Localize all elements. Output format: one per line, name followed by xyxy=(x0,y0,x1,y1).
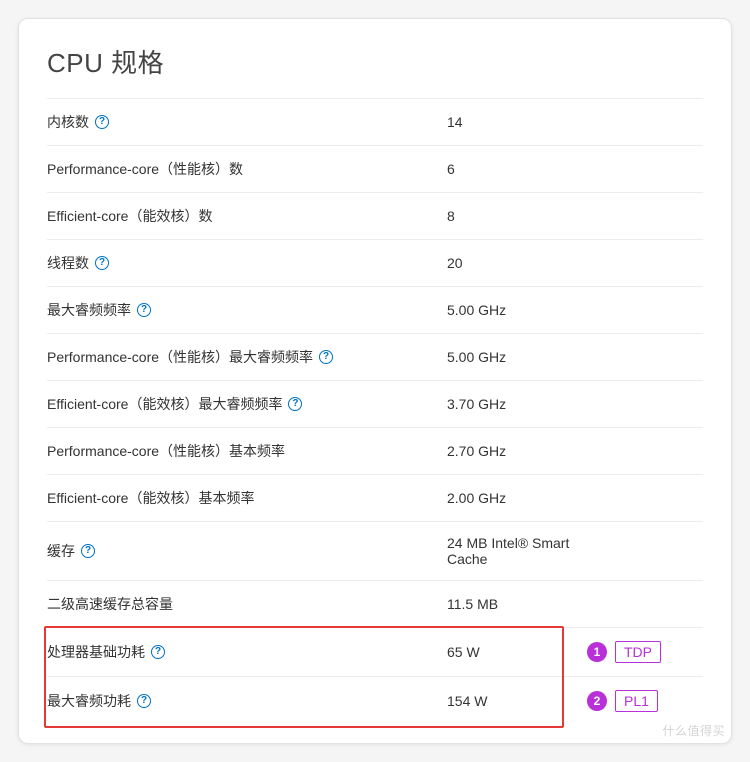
spec-row: Efficient-core（能效核）基本频率 2.00 GHz xyxy=(47,474,703,521)
help-icon[interactable]: ? xyxy=(319,350,333,364)
annotation-badge: 1 xyxy=(587,642,607,662)
spec-label-text: 二级高速缓存总容量 xyxy=(47,594,173,614)
spec-label: Performance-core（性能核）最大睿频频率? xyxy=(47,347,447,367)
spec-label-text: 线程数 xyxy=(47,253,89,273)
help-icon[interactable]: ? xyxy=(288,397,302,411)
spec-label-text: 处理器基础功耗 xyxy=(47,642,145,662)
spec-row: Performance-core（性能核）基本频率 2.70 GHz xyxy=(47,427,703,474)
spec-value: 6 xyxy=(447,161,587,177)
watermark: 什么值得买 xyxy=(662,722,725,739)
spec-label-text: Efficient-core（能效核）数 xyxy=(47,206,212,226)
spec-label-text: 最大睿频频率 xyxy=(47,300,131,320)
spec-label-text: 最大睿频功耗 xyxy=(47,691,131,711)
spec-row: 处理器基础功耗?65 W1TDP xyxy=(47,627,703,676)
spec-value: 8 xyxy=(447,208,587,224)
spec-label: Efficient-core（能效核）基本频率 xyxy=(47,488,447,508)
spec-label: Performance-core（性能核）基本频率 xyxy=(47,441,447,461)
spec-label: Performance-core（性能核）数 xyxy=(47,159,447,179)
annotation: 2 PL1 xyxy=(587,690,703,712)
spec-row: 线程数?20 xyxy=(47,239,703,286)
spec-label-text: Efficient-core（能效核）基本频率 xyxy=(47,488,254,508)
annotation-label: PL1 xyxy=(615,690,658,712)
spec-value: 5.00 GHz xyxy=(447,302,587,318)
spec-label-text: 内核数 xyxy=(47,112,89,132)
spec-label: 最大睿频功耗? xyxy=(47,691,447,711)
spec-label: 缓存? xyxy=(47,541,447,561)
spec-row: 内核数?14 xyxy=(47,98,703,145)
help-icon[interactable]: ? xyxy=(151,645,165,659)
spec-value: 11.5 MB xyxy=(447,596,587,612)
annotation-label: TDP xyxy=(615,641,661,663)
spec-row: Performance-core（性能核）数 6 xyxy=(47,145,703,192)
help-icon[interactable]: ? xyxy=(95,115,109,129)
spec-value: 20 xyxy=(447,255,587,271)
spec-value: 5.00 GHz xyxy=(447,349,587,365)
annotation: 1 TDP xyxy=(587,641,703,663)
spec-value: 3.70 GHz xyxy=(447,396,587,412)
spec-label: 处理器基础功耗? xyxy=(47,642,447,662)
spec-value: 154 W xyxy=(447,693,587,709)
annotation-badge: 2 xyxy=(587,691,607,711)
spec-label: 二级高速缓存总容量 xyxy=(47,594,447,614)
spec-value: 2.00 GHz xyxy=(447,490,587,506)
spec-row: 最大睿频频率?5.00 GHz xyxy=(47,286,703,333)
spec-row: Efficient-core（能效核）最大睿频频率?3.70 GHz xyxy=(47,380,703,427)
help-icon[interactable]: ? xyxy=(137,303,151,317)
spec-label-text: Performance-core（性能核）最大睿频频率 xyxy=(47,347,313,367)
spec-label: Efficient-core（能效核）数 xyxy=(47,206,447,226)
spec-row: Efficient-core（能效核）数 8 xyxy=(47,192,703,239)
spec-label: 内核数? xyxy=(47,112,447,132)
spec-label-text: Performance-core（性能核）基本频率 xyxy=(47,441,285,461)
spec-label-text: Efficient-core（能效核）最大睿频频率 xyxy=(47,394,282,414)
spec-row: 二级高速缓存总容量 11.5 MB xyxy=(47,580,703,627)
spec-value: 24 MB Intel® Smart Cache xyxy=(447,535,587,567)
spec-table: 内核数?14Performance-core（性能核）数6Efficient-c… xyxy=(47,98,703,725)
spec-label-text: 缓存 xyxy=(47,541,75,561)
spec-value: 2.70 GHz xyxy=(447,443,587,459)
spec-card: CPU 规格 内核数?14Performance-core（性能核）数6Effi… xyxy=(18,18,732,744)
spec-label: 最大睿频频率? xyxy=(47,300,447,320)
spec-row: 缓存?24 MB Intel® Smart Cache xyxy=(47,521,703,580)
help-icon[interactable]: ? xyxy=(95,256,109,270)
spec-label: 线程数? xyxy=(47,253,447,273)
spec-value: 65 W xyxy=(447,644,587,660)
spec-label: Efficient-core（能效核）最大睿频频率? xyxy=(47,394,447,414)
spec-row: Performance-core（性能核）最大睿频频率?5.00 GHz xyxy=(47,333,703,380)
section-title: CPU 规格 xyxy=(47,43,703,80)
help-icon[interactable]: ? xyxy=(137,694,151,708)
help-icon[interactable]: ? xyxy=(81,544,95,558)
spec-row: 最大睿频功耗?154 W2PL1 xyxy=(47,676,703,725)
spec-value: 14 xyxy=(447,114,587,130)
spec-label-text: Performance-core（性能核）数 xyxy=(47,159,243,179)
